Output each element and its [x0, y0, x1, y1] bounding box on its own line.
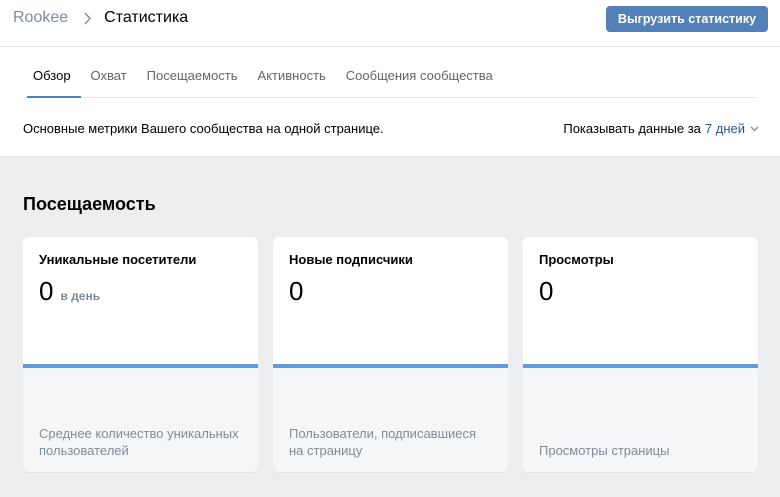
section-title: Посещаемость [23, 194, 156, 214]
chevron-right-icon [84, 12, 92, 24]
card-description: Среднее количество уникальных пользовате… [39, 426, 239, 458]
card-description: Просмотры страницы [539, 443, 670, 458]
breadcrumb-root-link[interactable]: Rookee [13, 9, 68, 27]
page-title: Статистика [104, 9, 189, 26]
page-subtitle: Основные метрики Вашего сообщества на од… [23, 121, 384, 136]
export-statistics-button[interactable]: Выгрузить статистику [606, 6, 768, 32]
card-chart-line [523, 364, 758, 368]
tab-attendance[interactable]: Посещаемость [137, 56, 248, 97]
card-title: Уникальные посетители [39, 252, 197, 267]
card-unit: в день [60, 289, 101, 303]
card-value-group: 0 [289, 276, 303, 307]
tab-bar: Обзор Охват Посещаемость Активность Сооб… [23, 56, 757, 98]
card-value: 0 [539, 276, 554, 306]
header-panel: Rookee Статистика Выгрузить статистику О… [0, 0, 780, 157]
card-value: 0 [289, 276, 304, 306]
stat-card-views[interactable]: Просмотры 0 Просмотры страницы [523, 237, 758, 472]
card-chart-line [273, 364, 508, 368]
tab-reach[interactable]: Охват [81, 56, 137, 97]
tab-overview[interactable]: Обзор [23, 56, 81, 98]
card-title: Новые подписчики [289, 252, 413, 267]
card-title: Просмотры [539, 252, 614, 267]
stat-card-unique-visitors[interactable]: Уникальные посетители 0 в день Среднее к… [23, 237, 258, 472]
card-value-group: 0 [539, 276, 553, 307]
card-description: Пользователи, подписавшиеся на страницу [289, 426, 477, 458]
tab-activity[interactable]: Активность [248, 56, 336, 97]
stat-card-new-subscribers[interactable]: Новые подписчики 0 Пользователи, подписа… [273, 237, 508, 472]
chevron-down-icon[interactable] [750, 126, 759, 132]
breadcrumb: Rookee Статистика [13, 9, 188, 27]
card-value: 0 [39, 276, 54, 306]
card-value-group: 0 в день [39, 276, 100, 307]
tab-community-messages[interactable]: Сообщения сообщества [336, 56, 503, 97]
period-label: Показывать данные за [563, 121, 701, 136]
period-selector: Показывать данные за 7 дней [563, 121, 759, 136]
period-dropdown[interactable]: 7 дней [705, 121, 745, 136]
card-chart-line [23, 364, 258, 368]
header-divider [0, 46, 780, 47]
